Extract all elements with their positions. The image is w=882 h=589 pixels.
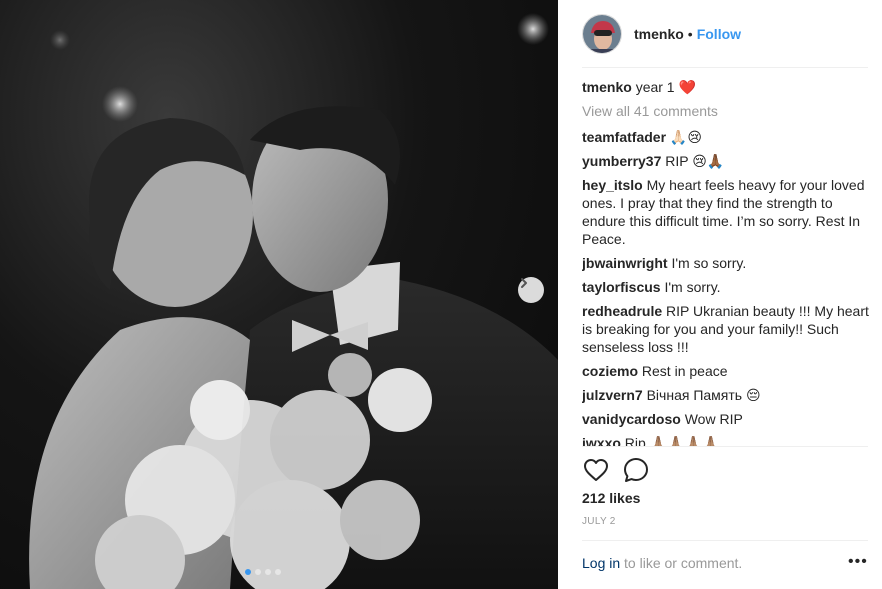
comment-row: jbwainwright I'm so sorry. xyxy=(582,254,872,272)
post-date[interactable]: JULY 2 xyxy=(582,516,616,527)
comment-row: taylorfiscus I'm sorry. xyxy=(582,278,872,296)
comment-row: redheadrule RIP Ukranian beauty !!! My h… xyxy=(582,302,872,356)
comment-row: vanidycardoso Wow RIP xyxy=(582,410,872,428)
divider xyxy=(582,446,868,447)
avatar-image xyxy=(583,14,621,53)
caption-text: year 1 ❤️ xyxy=(635,79,696,95)
comment-row: hey_itslo My heart feels heavy for your … xyxy=(582,176,872,248)
comments-list[interactable]: tmenko year 1 ❤️ View all 41 comments te… xyxy=(582,78,872,446)
next-photo-button[interactable] xyxy=(518,277,544,303)
comment-username[interactable]: redheadrule xyxy=(582,303,662,319)
comment-text: RIP 😢🙏🏾 xyxy=(665,153,725,169)
comment-row: iwxxo Rip 🙏🏽🙏🏽🙏🏽🙏🏽 xyxy=(582,434,872,446)
carousel-dot xyxy=(265,569,271,575)
comment-username[interactable]: vanidycardoso xyxy=(582,411,681,427)
comment-row: coziemo Rest in peace xyxy=(582,362,872,380)
comment-button[interactable] xyxy=(622,456,650,484)
comment-row: julzvern7 Вічная Память 😔 xyxy=(582,386,872,404)
carousel-dot xyxy=(255,569,261,575)
divider xyxy=(582,540,868,541)
follow-button[interactable]: Follow xyxy=(697,26,741,42)
heart-outline-icon xyxy=(584,459,608,481)
comment-username[interactable]: hey_itslo xyxy=(582,177,643,193)
comment-text: Wow RIP xyxy=(684,411,743,427)
caption: tmenko year 1 ❤️ xyxy=(582,78,872,96)
instagram-post: tmenko • Follow tmenko year 1 ❤️ View al… xyxy=(0,0,882,589)
comment-bubble-icon xyxy=(624,458,648,482)
comment-username[interactable]: teamfatfader xyxy=(582,129,666,145)
header-separator: • xyxy=(687,25,693,42)
more-options-button[interactable]: ••• xyxy=(848,553,868,571)
comment-username[interactable]: yumberry37 xyxy=(582,153,661,169)
comment-username[interactable]: coziemo xyxy=(582,363,638,379)
comment-row: teamfatfader 🙏🏻😢 xyxy=(582,128,872,146)
login-prompt-text: to like or comment. xyxy=(624,555,743,571)
view-all-comments-link[interactable]: View all 41 comments xyxy=(582,102,872,120)
comment-username[interactable]: iwxxo xyxy=(582,435,621,446)
comment-text: I'm so sorry. xyxy=(671,255,747,271)
comment-row: yumberry37 RIP 😢🙏🏾 xyxy=(582,152,872,170)
carousel-indicator xyxy=(245,569,281,575)
carousel-dot xyxy=(275,569,281,575)
avatar[interactable] xyxy=(582,13,622,54)
login-link[interactable]: Log in xyxy=(582,555,620,571)
comment-text: 🙏🏻😢 xyxy=(669,129,702,145)
comment-text: Rest in peace xyxy=(641,363,728,379)
comment-username[interactable]: julzvern7 xyxy=(582,387,643,403)
like-button[interactable] xyxy=(582,456,610,484)
post-side-panel: tmenko • Follow tmenko year 1 ❤️ View al… xyxy=(558,0,882,589)
caption-username[interactable]: tmenko xyxy=(582,79,632,95)
comment-text: Rip 🙏🏽🙏🏽🙏🏽🙏🏽 xyxy=(624,435,720,446)
action-bar xyxy=(582,456,650,484)
comment-text: I'm sorry. xyxy=(664,279,721,295)
comment-username[interactable]: taylorfiscus xyxy=(582,279,661,295)
login-prompt: Log in to like or comment. xyxy=(582,555,742,571)
comment-username[interactable]: jbwainwright xyxy=(582,255,668,271)
comment-text: Вічная Память 😔 xyxy=(646,387,761,403)
post-header: tmenko • Follow xyxy=(582,0,868,68)
carousel-dot-active xyxy=(245,569,251,575)
wedding-kiss-image xyxy=(29,13,558,589)
likes-count[interactable]: 212 likes xyxy=(582,490,640,506)
post-photo[interactable] xyxy=(0,0,558,589)
chevron-right-icon xyxy=(521,278,527,288)
header-username[interactable]: tmenko xyxy=(634,26,684,42)
